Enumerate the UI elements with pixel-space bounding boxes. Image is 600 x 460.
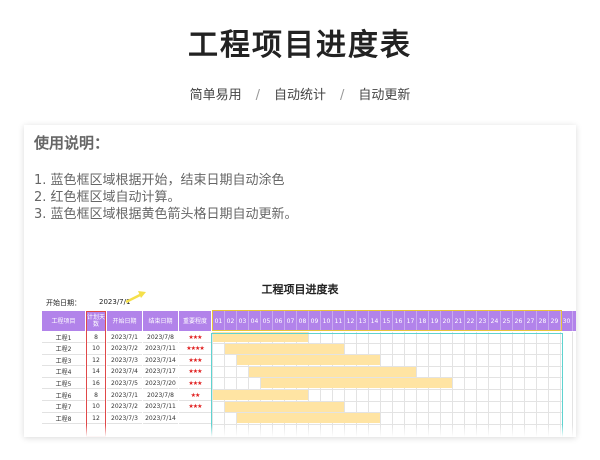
day-header-cell: 19 xyxy=(428,311,440,331)
day-header-cell: 09 xyxy=(308,311,320,331)
day-header-cell: 18 xyxy=(416,311,428,331)
day-header-cell: 30 xyxy=(560,311,572,331)
cell-start: 2023/7/3 xyxy=(107,413,142,425)
instruction-line: 2. 红色框区域自动计算。 xyxy=(34,190,181,205)
cell-importance: ★★★ xyxy=(179,402,211,413)
cell-importance: ★★★ xyxy=(179,355,211,367)
day-header-cell: 14 xyxy=(368,311,380,331)
cell-project: 工程8 xyxy=(42,413,85,425)
cell-importance xyxy=(179,413,211,425)
start-date-label: 开始日期： xyxy=(46,299,81,307)
instructions-list: 1. 蓝色框区域根据开始，结束日期自动涂色 2. 红色框区域自动计算。 3. 蓝… xyxy=(34,172,298,223)
header-end: 结束日期 xyxy=(143,311,178,331)
day-header-cell: 10 xyxy=(320,311,332,331)
cell-start: 2023/7/3 xyxy=(107,355,142,367)
day-header-cell: 27 xyxy=(524,311,536,331)
red-auto-frame xyxy=(86,311,106,437)
header-start: 开始日期 xyxy=(107,311,142,331)
cell-project: 工程7 xyxy=(42,402,85,413)
cell-end: 2023/7/11 xyxy=(143,402,178,413)
instruction-line: 3. 蓝色框区域根据黄色箭头格日期自动更新。 xyxy=(34,207,298,222)
cell-project: 工程2 xyxy=(42,344,85,355)
day-header-cell: 01 xyxy=(212,311,224,331)
cell-end: 2023/7/8 xyxy=(143,332,178,343)
day-header-cell: 24 xyxy=(488,311,500,331)
page-title: 工程项目进度表 xyxy=(188,28,412,63)
separator: / xyxy=(340,88,345,103)
header-project: 工程项目 xyxy=(42,311,85,331)
cell-importance: ★★ xyxy=(179,390,211,401)
day-header-cell: 03 xyxy=(236,311,248,331)
cell-importance: ★★★ xyxy=(179,332,211,343)
cell-project: 工程4 xyxy=(42,367,85,378)
day-header-cell: 22 xyxy=(464,311,476,331)
day-header-cell: 17 xyxy=(404,311,416,331)
separator: / xyxy=(255,88,260,103)
day-header-cell: 04 xyxy=(248,311,260,331)
header-importance: 重要程度 xyxy=(179,311,211,331)
cell-importance: ★★★ xyxy=(179,367,211,378)
day-header-cell: 26 xyxy=(512,311,524,331)
blue-color-frame xyxy=(211,333,563,437)
day-header-cell: 11 xyxy=(332,311,344,331)
day-header-cell: 21 xyxy=(452,311,464,331)
day-header-cell: 02 xyxy=(224,311,236,331)
feature-item: 自动更新 xyxy=(358,88,411,103)
day-header-cell: 08 xyxy=(296,311,308,331)
bottom-fade xyxy=(24,425,576,437)
cell-start: 2023/7/2 xyxy=(107,402,142,413)
yellow-arrow-icon xyxy=(125,291,146,304)
feature-nav: 简单易用 / 自动统计 / 自动更新 xyxy=(0,84,600,103)
cell-importance: ★★★ xyxy=(179,378,211,390)
cell-start: 2023/7/1 xyxy=(107,332,142,343)
instructions-title: 使用说明： xyxy=(34,134,110,152)
day-header-cell: 15 xyxy=(380,311,392,331)
day-header-cell: 16 xyxy=(392,311,404,331)
day-header-cell: 07 xyxy=(284,311,296,331)
day-header-cell: 13 xyxy=(356,311,368,331)
day-header-cell: 20 xyxy=(440,311,452,331)
cell-start: 2023/7/4 xyxy=(107,367,142,378)
day-header-cell: 12 xyxy=(344,311,356,331)
cell-end: 2023/7/8 xyxy=(143,390,178,401)
cell-end: 2023/7/11 xyxy=(143,344,178,355)
feature-item: 自动统计 xyxy=(273,88,326,103)
day-header-cell: 3 xyxy=(572,311,576,331)
day-header-cell: 06 xyxy=(272,311,284,331)
cell-end: 2023/7/20 xyxy=(143,378,178,390)
cell-project: 工程3 xyxy=(42,355,85,367)
cell-project: 工程5 xyxy=(42,378,85,390)
cell-end: 2023/7/14 xyxy=(143,413,178,425)
cell-start: 2023/7/2 xyxy=(107,344,142,355)
day-header-cell: 29 xyxy=(548,311,560,331)
day-header-cell: 25 xyxy=(500,311,512,331)
day-header-cell: 05 xyxy=(260,311,272,331)
sheet-title: 工程项目进度表 xyxy=(261,283,339,296)
cell-importance: ★★★★ xyxy=(179,344,211,355)
cell-start: 2023/7/1 xyxy=(107,390,142,401)
cell-end: 2023/7/17 xyxy=(143,367,178,378)
preview-card: 使用说明： 1. 蓝色框区域根据开始，结束日期自动涂色 2. 红色框区域自动计算… xyxy=(24,125,576,437)
day-header-cell: 23 xyxy=(476,311,488,331)
cell-start: 2023/7/5 xyxy=(107,378,142,390)
grid-line xyxy=(572,332,573,437)
day-header-cell: 28 xyxy=(536,311,548,331)
cell-project: 工程6 xyxy=(42,390,85,401)
instruction-line: 1. 蓝色框区域根据开始，结束日期自动涂色 xyxy=(34,173,285,188)
feature-item: 简单易用 xyxy=(189,88,242,103)
cell-project: 工程1 xyxy=(42,332,85,343)
cell-end: 2023/7/14 xyxy=(143,355,178,367)
